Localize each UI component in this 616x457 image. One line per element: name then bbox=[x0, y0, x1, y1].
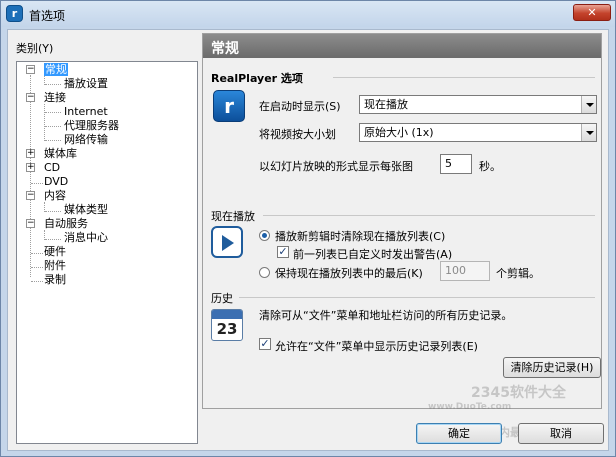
history-title: 历史 bbox=[211, 292, 233, 305]
tree-item-hardware[interactable]: 硬件 bbox=[44, 245, 66, 258]
warn-custom-list-checkbox[interactable]: ✓ bbox=[277, 246, 289, 258]
tree-item-label: 网络传输 bbox=[64, 133, 108, 146]
window-title: 首选项 bbox=[29, 9, 66, 23]
section-divider bbox=[263, 215, 595, 216]
tree-item-media-library[interactable]: 媒体库 bbox=[44, 147, 77, 160]
tree-collapse-icon[interactable]: − bbox=[26, 191, 35, 200]
tree-expand-icon[interactable]: + bbox=[26, 163, 35, 172]
warn-custom-list-label[interactable]: 前一列表已自定义时发出警告(A) bbox=[293, 246, 452, 262]
startup-display-select[interactable]: 现在播放 bbox=[359, 95, 597, 114]
tree-guide-line bbox=[30, 75, 31, 277]
tree-item-label: 播放设置 bbox=[64, 77, 108, 90]
tree-collapse-icon[interactable]: − bbox=[26, 93, 35, 102]
chevron-down-icon bbox=[581, 124, 596, 141]
calendar-day: 23 bbox=[216, 320, 238, 338]
tree-guide-line bbox=[31, 267, 43, 268]
tree-item-label: 消息中心 bbox=[64, 231, 108, 244]
slideshow-seconds-input[interactable]: 5 bbox=[440, 154, 472, 174]
cancel-button[interactable]: 取消 bbox=[518, 423, 604, 444]
tree-item-label: 录制 bbox=[44, 273, 66, 286]
calendar-header bbox=[212, 310, 242, 319]
keep-last-label[interactable]: 保持现在播放列表中的最后(K) bbox=[275, 265, 423, 281]
tree-guide-line bbox=[31, 183, 43, 184]
tree-item-label: 代理服务器 bbox=[64, 119, 119, 132]
close-button[interactable]: ✕ bbox=[573, 4, 611, 21]
realplayer-app-icon: r bbox=[6, 5, 23, 22]
keep-last-count-input[interactable]: 100 bbox=[440, 261, 490, 281]
tree-item-accessories[interactable]: 附件 bbox=[44, 259, 66, 272]
ok-button[interactable]: 确定 bbox=[416, 423, 502, 444]
calendar-icon: 23 bbox=[211, 309, 243, 341]
tree-guide-line bbox=[45, 211, 61, 212]
realplayer-options-title: RealPlayer 选项 bbox=[211, 72, 303, 85]
clear-on-play-radio[interactable] bbox=[259, 230, 270, 241]
show-history-label[interactable]: 允许在“文件”菜单中显示历史记录列表(E) bbox=[275, 338, 478, 354]
tree-item-label: 常规 bbox=[44, 63, 68, 76]
tree-guide-line bbox=[45, 239, 61, 240]
video-size-value: 原始大小 (1x) bbox=[364, 126, 434, 139]
tree-item-label: CD bbox=[44, 161, 61, 174]
clear-on-play-label[interactable]: 播放新剪辑时清除现在播放列表(C) bbox=[275, 228, 445, 244]
tree-guide-line bbox=[45, 112, 61, 113]
tree-item-content[interactable]: 内容 bbox=[44, 189, 66, 202]
tree-item-cd[interactable]: CD bbox=[44, 161, 60, 174]
tree-guide-line bbox=[45, 140, 61, 141]
video-size-label: 将视频按大小划 bbox=[259, 128, 336, 141]
tree-item-label: 媒体类型 bbox=[64, 203, 108, 216]
panel-header: 常规 bbox=[203, 34, 601, 58]
tree-item-label: 连接 bbox=[44, 91, 66, 104]
tree-item-label: 内容 bbox=[44, 189, 66, 202]
tree-item-proxy[interactable]: 代理服务器 bbox=[64, 119, 119, 132]
general-settings-panel: 常规 RealPlayer 选项 r 在启动时显示(S) 现在播放 将视频按大小… bbox=[202, 33, 602, 409]
tree-item-playback[interactable]: 播放设置 bbox=[64, 77, 108, 90]
tree-guide-line bbox=[44, 104, 45, 141]
tree-item-media-types[interactable]: 媒体类型 bbox=[64, 203, 108, 216]
tree-item-internet[interactable]: Internet bbox=[64, 105, 108, 118]
section-divider bbox=[333, 77, 595, 78]
history-description: 清除可从“文件”菜单和地址栏访问的所有历史记录。 bbox=[259, 309, 513, 322]
tree-collapse-icon[interactable]: − bbox=[26, 65, 35, 74]
startup-display-label: 在启动时显示(S) bbox=[259, 100, 341, 113]
preferences-window: r 首选项 ✕ 类别(Y) − 常规 播放设置 − 连接 Internet 代理… bbox=[0, 0, 616, 457]
title-bar[interactable]: r 首选项 ✕ bbox=[1, 1, 615, 27]
watermark: 2345软件大全 bbox=[471, 385, 566, 401]
video-size-select[interactable]: 原始大小 (1x) bbox=[359, 123, 597, 142]
startup-display-value: 现在播放 bbox=[364, 98, 408, 111]
tree-item-label: 自动服务 bbox=[44, 217, 88, 230]
tree-item-recording[interactable]: 录制 bbox=[44, 273, 66, 286]
tree-collapse-icon[interactable]: − bbox=[26, 219, 35, 228]
now-playing-icon bbox=[211, 226, 243, 258]
chevron-down-icon bbox=[581, 96, 596, 113]
slideshow-label: 以幻灯片放映的形式显示每张图 bbox=[259, 160, 413, 173]
tree-item-label: 媒体库 bbox=[44, 147, 77, 160]
tree-item-connection[interactable]: 连接 bbox=[44, 91, 66, 104]
tree-guide-line bbox=[45, 126, 61, 127]
keep-last-unit: 个剪辑。 bbox=[496, 267, 540, 280]
show-history-checkbox[interactable]: ✓ bbox=[259, 338, 271, 350]
tree-item-label: Internet bbox=[64, 105, 108, 118]
tree-expand-icon[interactable]: + bbox=[26, 149, 35, 158]
tree-item-label: 硬件 bbox=[44, 245, 66, 258]
tree-item-general[interactable]: 常规 bbox=[44, 63, 68, 76]
slideshow-unit: 秒。 bbox=[479, 160, 501, 173]
tree-item-network-transport[interactable]: 网络传输 bbox=[64, 133, 108, 146]
clear-history-button[interactable]: 清除历史记录(H) bbox=[503, 357, 601, 378]
tree-guide-line bbox=[31, 281, 43, 282]
realplayer-logo-icon: r bbox=[213, 90, 245, 122]
keep-last-radio[interactable] bbox=[259, 267, 270, 278]
section-divider bbox=[239, 297, 595, 298]
play-icon bbox=[222, 235, 234, 251]
category-label: 类别(Y) bbox=[16, 42, 54, 55]
category-tree[interactable]: − 常规 播放设置 − 连接 Internet 代理服务器 网络传输 + 媒体库… bbox=[16, 61, 198, 444]
tree-guide-line bbox=[45, 84, 61, 85]
tree-item-label: DVD bbox=[44, 175, 69, 188]
tree-guide-line bbox=[31, 253, 43, 254]
tree-item-dvd[interactable]: DVD bbox=[44, 175, 68, 188]
tree-item-label: 附件 bbox=[44, 259, 66, 272]
tree-item-auto-services[interactable]: 自动服务 bbox=[44, 217, 88, 230]
dialog-body: 类别(Y) − 常规 播放设置 − 连接 Internet 代理服务器 网络传输… bbox=[7, 29, 609, 451]
now-playing-title: 现在播放 bbox=[211, 210, 255, 223]
watermark-url: www.DuoTe.com bbox=[428, 402, 512, 412]
tree-item-message-center[interactable]: 消息中心 bbox=[64, 231, 108, 244]
